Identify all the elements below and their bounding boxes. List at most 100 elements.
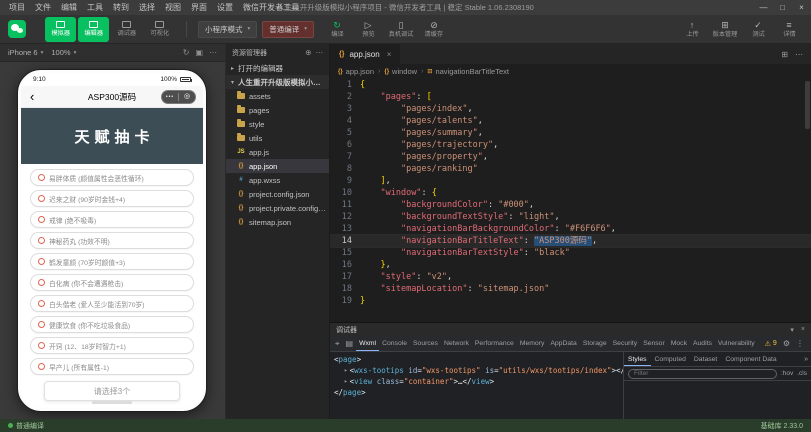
menu-item-3[interactable]: 编辑 [56, 0, 82, 15]
panel-toggle[interactable]: 编辑器 [78, 17, 109, 42]
close-tab-icon[interactable]: × [387, 50, 392, 59]
exit-miniprogram-icon[interactable]: ◎ [179, 90, 195, 104]
confirm-button[interactable]: 请选择3个 [44, 381, 180, 401]
devtools-tab-performance[interactable]: Performance [472, 336, 517, 352]
more-icon[interactable]: ⋯ [316, 48, 324, 57]
talent-option[interactable]: 迟来之财 (90岁时金钱+4) [30, 190, 194, 207]
talent-option[interactable]: 戒律 (绝不吸毒) [30, 211, 194, 228]
wxml-node[interactable]: </page> [330, 387, 623, 398]
devtools-tab-wxml[interactable]: Wxml [356, 336, 379, 352]
file-utils[interactable]: utils [226, 131, 329, 145]
device-select[interactable]: iPhone 6 ▾ [8, 48, 43, 57]
file-app.wxss[interactable]: #app.wxss [226, 173, 329, 187]
menu-item-6[interactable]: 选择 [134, 0, 160, 15]
menu-item-4[interactable]: 工具 [82, 0, 108, 15]
maximize-icon[interactable]: □ [773, 0, 792, 15]
more-actions-icon[interactable]: ⋯ [795, 50, 803, 59]
devtools-tab-audits[interactable]: Audits [690, 336, 715, 352]
file-app.js[interactable]: JSapp.js [226, 145, 329, 159]
talent-option[interactable]: 早产儿 (所有属性-1) [30, 358, 194, 375]
device-toolbar-icon[interactable]: ▤ [343, 339, 357, 348]
wxml-node[interactable]: ▸<view class="container">…</view> [330, 376, 623, 387]
styles-tab-component-data[interactable]: Component Data [721, 352, 780, 367]
file-assets[interactable]: assets [226, 89, 329, 103]
menu-item-2[interactable]: 文件 [30, 0, 56, 15]
styles-tab-styles[interactable]: Styles [624, 352, 651, 367]
style-toggle[interactable]: :hov [781, 370, 793, 377]
mode-select[interactable]: 小程序模式 ▾ [198, 21, 257, 38]
styles-filter-input[interactable] [628, 369, 777, 379]
breadcrumb-item[interactable]: ⊡navigationBarTitleText [427, 67, 509, 76]
split-editor-icon[interactable]: ⊞ [781, 50, 788, 59]
talent-option[interactable]: 开窍 (12、18岁时智力+1) [30, 337, 194, 354]
collapse-panel-icon[interactable]: ▾ [790, 326, 794, 334]
wechat-capsule[interactable]: ••• ◎ [161, 90, 196, 104]
expand-arrow-icon[interactable]: ▸ [344, 376, 348, 387]
panel-toggle[interactable]: 调试器 [111, 17, 142, 42]
expand-arrow-icon[interactable]: ▸ [344, 365, 348, 376]
back-icon[interactable]: ‹ [30, 87, 34, 107]
toolbar-button[interactable]: ≡详情 [775, 17, 803, 42]
devtools-tab-security[interactable]: Security [610, 336, 641, 352]
devtools-tab-sources[interactable]: Sources [410, 336, 441, 352]
toolbar-button[interactable]: ↻编译 [323, 17, 351, 42]
devtools-tab-sensor[interactable]: Sensor [640, 336, 668, 352]
overflow-tabs-icon[interactable]: » [801, 356, 811, 363]
menu-item-9[interactable]: 设置 [212, 0, 238, 15]
menu-item-5[interactable]: 转到 [108, 0, 134, 15]
wxml-node[interactable]: ▸<wxs-tootips id="wxs-tootips" is="utils… [330, 365, 623, 376]
talent-option[interactable]: 白头偕老 (爱人至少能活到70岁) [30, 295, 194, 312]
styles-tab-dataset[interactable]: Dataset [690, 352, 721, 367]
menu-item-7[interactable]: 视图 [160, 0, 186, 15]
devtools-tab-network[interactable]: Network [441, 336, 472, 352]
breadcrumb-item[interactable]: {}app.json [338, 67, 374, 76]
toolbar-button[interactable]: ▷预览 [354, 17, 382, 42]
talent-option[interactable]: 白化病 (你不会遭遇枪击) [30, 274, 194, 291]
devtools-tab-console[interactable]: Console [379, 336, 410, 352]
kebab-menu-icon[interactable]: ⋮ [796, 339, 804, 348]
inspect-icon[interactable]: ⌖ [332, 339, 343, 349]
wxml-node[interactable]: <page> [330, 354, 623, 365]
devtools-tab-memory[interactable]: Memory [517, 336, 548, 352]
talent-option[interactable]: 神秘药丸 (功效不明) [30, 232, 194, 249]
toolbar-button[interactable]: ↑上传 [678, 17, 706, 42]
more-menu-icon[interactable]: ••• [162, 90, 178, 104]
project-section[interactable]: ▾ 人生重开升级版模拟小程序 [226, 75, 329, 89]
file-app.json[interactable]: {}app.json [226, 159, 329, 173]
toolbar-button[interactable]: ⊞版本管理 [709, 17, 741, 42]
close-icon[interactable]: × [792, 0, 811, 15]
more-icon[interactable]: ⋯ [209, 48, 217, 57]
panel-toggle[interactable]: 模拟器 [45, 17, 76, 42]
compile-mode-select[interactable]: 普通编译 ▾ [262, 21, 314, 38]
devtools-tab-appdata[interactable]: AppData [547, 336, 579, 352]
zoom-select[interactable]: 100% ▾ [51, 48, 76, 57]
refresh-icon[interactable]: ↻ [183, 48, 190, 57]
code-editor[interactable]: 1{2 "pages": [3 "pages/index",4 "pages/t… [330, 79, 811, 322]
devtools-tab-mock[interactable]: Mock [668, 336, 690, 352]
screenshot-icon[interactable]: ▣ [195, 48, 203, 57]
talent-option[interactable]: 健康饮食 (你不吃垃圾食品) [30, 316, 194, 333]
file-project.private.config.j...[interactable]: {}project.private.config.j... [226, 201, 329, 215]
menu-item-8[interactable]: 界面 [186, 0, 212, 15]
menu-item-1[interactable]: 项目 [4, 0, 30, 15]
styles-tab-computed[interactable]: Computed [651, 352, 690, 367]
new-file-icon[interactable]: ⊕ [305, 48, 311, 57]
file-style[interactable]: style [226, 117, 329, 131]
devtools-tab-storage[interactable]: Storage [580, 336, 610, 352]
toolbar-button[interactable]: ✓测试 [744, 17, 772, 42]
gear-icon[interactable]: ⚙ [783, 339, 790, 348]
file-pages[interactable]: pages [226, 103, 329, 117]
style-toggle[interactable]: .cls [797, 370, 807, 377]
toolbar-button[interactable]: ▯真机调试 [385, 17, 417, 42]
minimize-icon[interactable]: — [754, 0, 773, 15]
panel-toggle[interactable]: 可视化 [144, 17, 175, 42]
devtools-tab-vulnerability[interactable]: Vulnerability [715, 336, 758, 352]
file-sitemap.json[interactable]: {}sitemap.json [226, 215, 329, 229]
scrollbar[interactable] [805, 81, 810, 129]
warning-badge[interactable]: ⚠ 9 [765, 340, 777, 348]
toolbar-button[interactable]: ⊘清缓存 [420, 17, 448, 42]
file-project.config.json[interactable]: {}project.config.json [226, 187, 329, 201]
talent-option[interactable]: 鹤发童颜 (70岁时颜值+3) [30, 253, 194, 270]
close-panel-icon[interactable]: × [801, 326, 805, 334]
open-editors-section[interactable]: ▸ 打开的编辑器 [226, 61, 329, 75]
